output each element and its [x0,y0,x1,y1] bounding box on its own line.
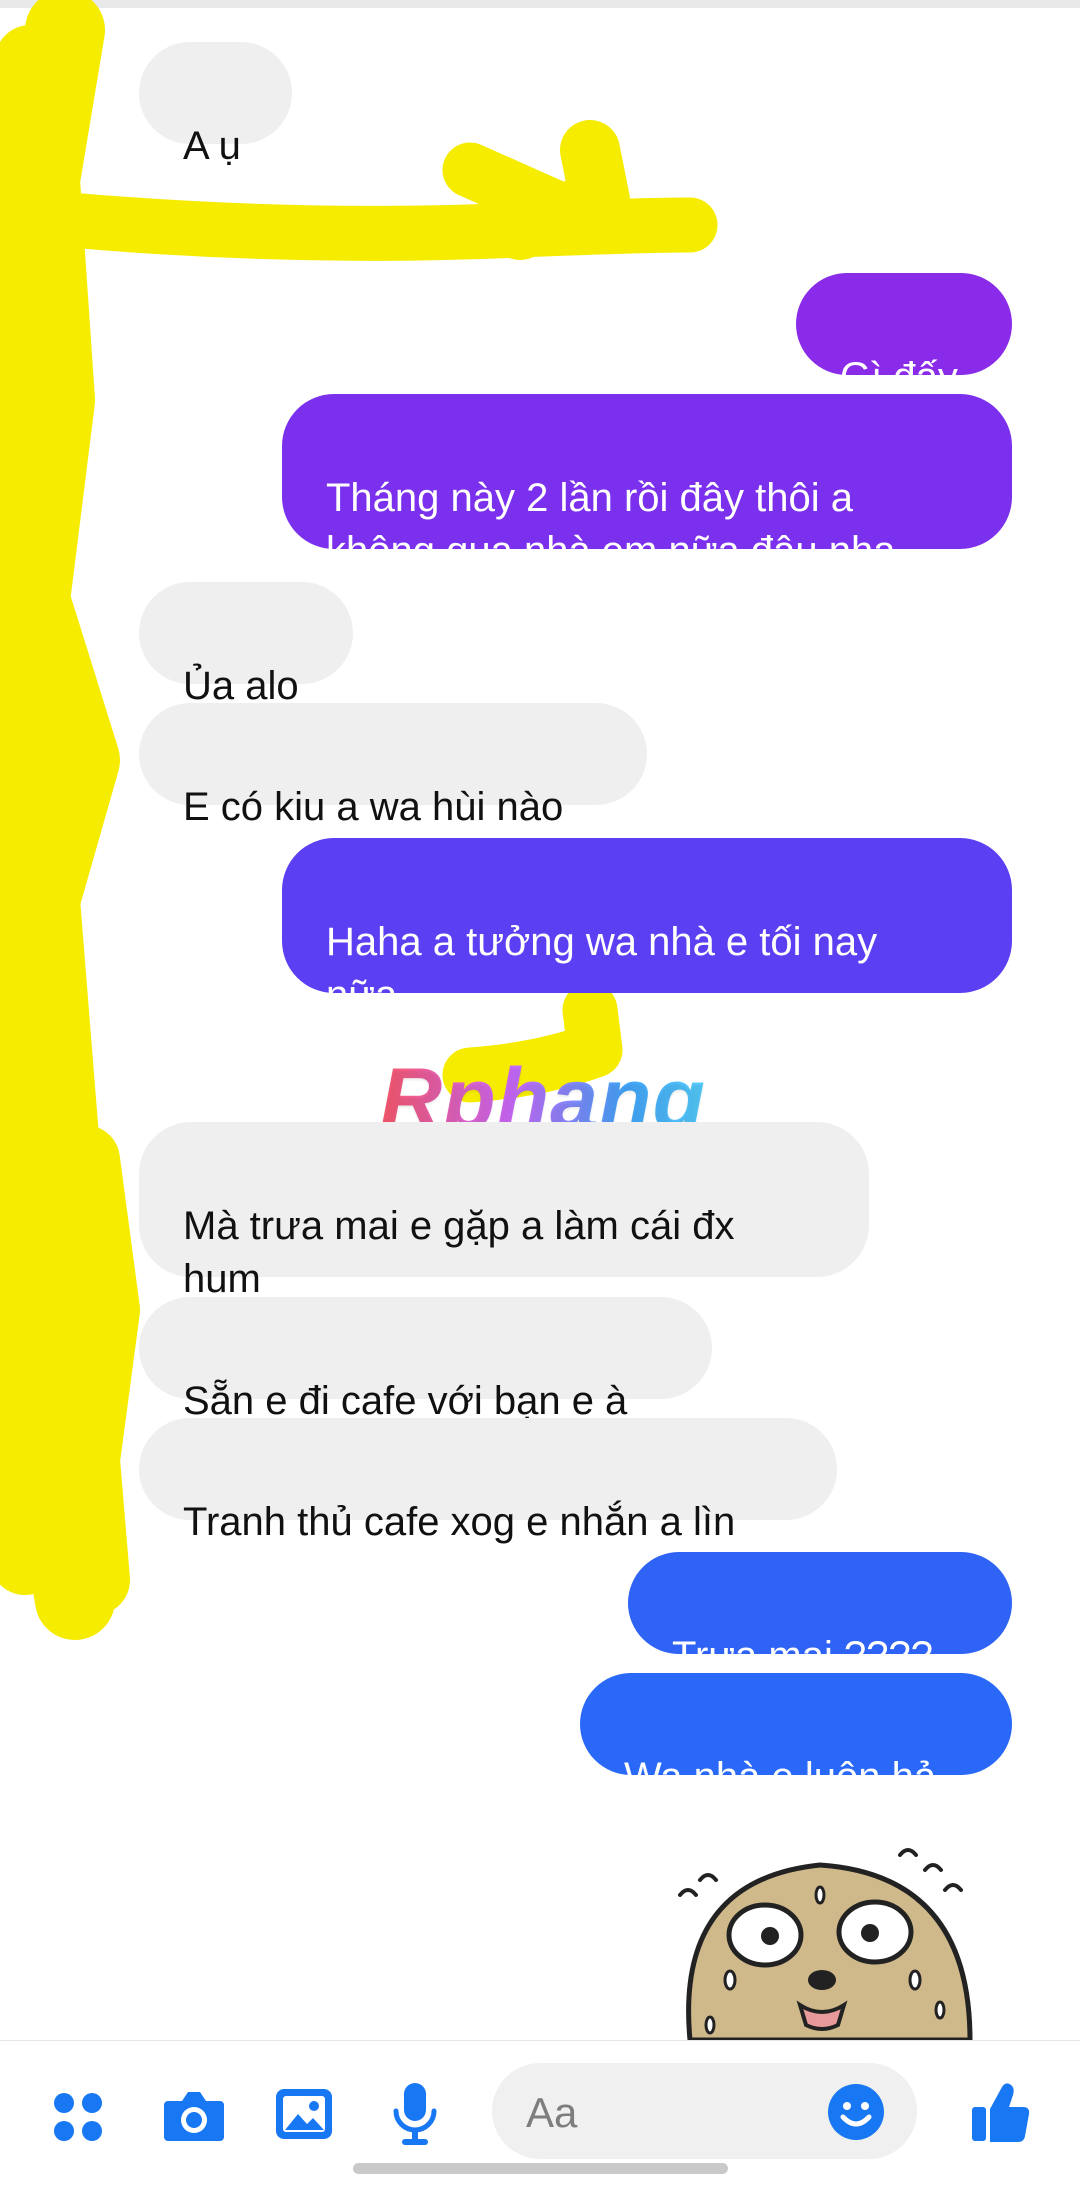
message-received-6[interactable]: Tranh thủ cafe xog e nhắn a lìn [139,1418,837,1544]
message-sent-2[interactable]: Tháng này 2 lần rồi đây thôi a không qua… [282,394,1012,573]
emoji-icon[interactable] [827,2083,885,2141]
like-icon[interactable] [970,2081,1032,2143]
home-indicator [353,2163,728,2174]
message-input[interactable]: Aa [492,2063,917,2159]
message-text: Wa nhà e luôn hả [624,1755,937,1799]
message-text: Tháng này 2 lần rồi đây thôi a không qua… [326,476,896,573]
message-sent-5[interactable]: Wa nhà e luôn hả [580,1673,1012,1799]
camera-icon[interactable] [162,2087,226,2143]
message-received-1[interactable]: A ụ [139,42,292,168]
message-text: Mà trưa mai e gặp a làm cái đx hum [183,1204,735,1301]
sticker-sweating-seal[interactable] [670,1840,1000,2040]
photo-icon[interactable] [274,2085,334,2143]
message-received-2[interactable]: Ủa alo [139,582,353,708]
microphone-icon[interactable] [392,2081,438,2147]
message-sent-1[interactable]: Gì đấy [796,273,1012,399]
message-text: Tranh thủ cafe xog e nhắn a lìn [183,1500,736,1544]
message-sent-3[interactable]: Haha a tưởng wa nhà e tối nay nữa [282,838,1012,1017]
message-received-5[interactable]: Sẵn e đi cafe với bạn e à [139,1297,712,1423]
message-received-3[interactable]: E có kiu a wa hùi nào [139,703,647,829]
message-input-placeholder: Aa [526,2089,578,2136]
composer-bar: Aa [0,2040,1080,2190]
message-text: A ụ [183,124,241,168]
message-text: E có kiu a wa hùi nào [183,785,564,829]
message-text: Haha a tưởng wa nhà e tối nay nữa [326,920,878,1017]
top-divider [0,0,1080,8]
apps-icon[interactable] [52,2091,104,2143]
message-received-4[interactable]: Mà trưa mai e gặp a làm cái đx hum [139,1122,869,1301]
message-sent-4[interactable]: Trưa mai ???? [628,1552,1012,1678]
